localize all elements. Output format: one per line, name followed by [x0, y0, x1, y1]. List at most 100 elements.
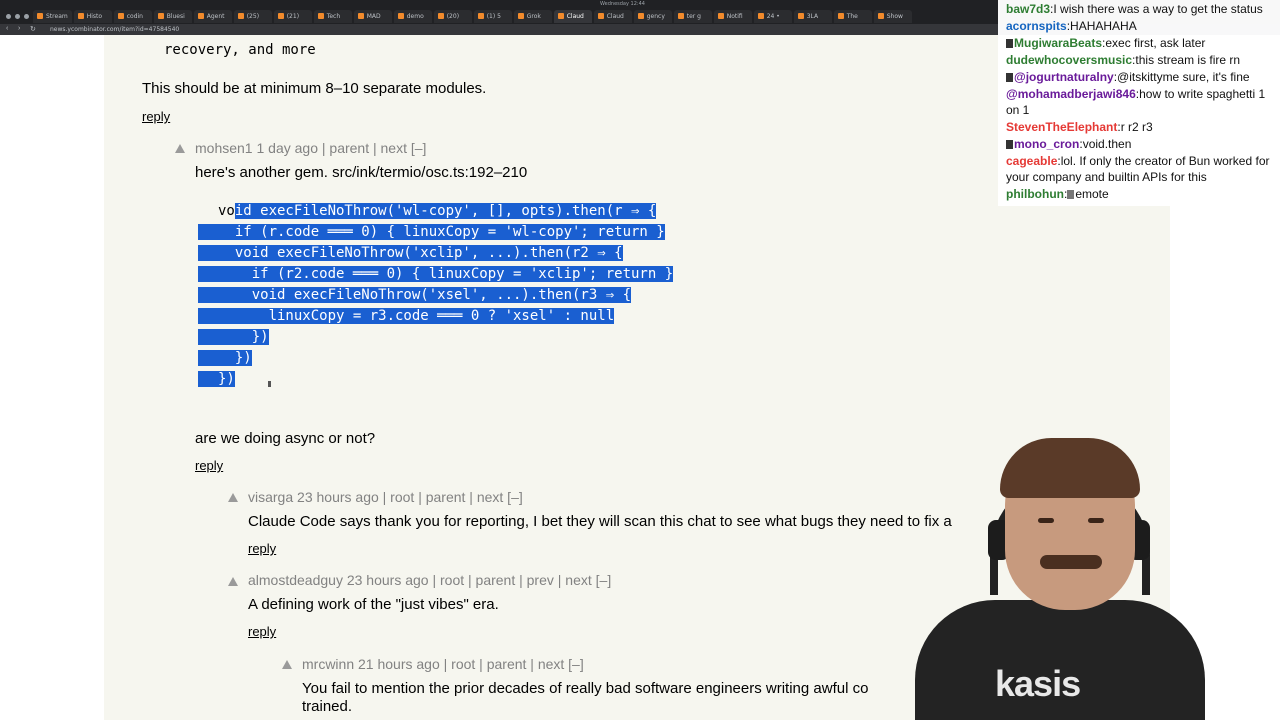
- reload-icon[interactable]: ↻: [30, 25, 36, 33]
- code-selected-text: void execFileNoThrow('xclip', ...).then(…: [198, 245, 623, 261]
- comment-age[interactable]: 21 hours ago: [358, 656, 440, 672]
- chat-message: cageable:lol. If only the creator of Bun…: [1006, 153, 1276, 185]
- browser-tab[interactable]: (21): [273, 9, 312, 23]
- upvote-icon[interactable]: [228, 493, 238, 502]
- browser-tab[interactable]: ter g: [673, 9, 712, 23]
- tab-label: Claud: [566, 12, 584, 20]
- browser-tab[interactable]: Claud: [593, 9, 632, 23]
- browser-tab[interactable]: Agent: [193, 9, 232, 23]
- tab-favicon-icon: [357, 13, 364, 19]
- streamer-eye: [1088, 518, 1104, 523]
- chat-separator: :: [1064, 187, 1075, 201]
- browser-tab[interactable]: Histo: [73, 9, 112, 23]
- browser-tab[interactable]: Tech: [313, 9, 352, 23]
- chat-text: HAHAHAHA: [1070, 19, 1137, 33]
- browser-tab[interactable]: (25): [233, 9, 272, 23]
- browser-tab[interactable]: 3LA: [793, 9, 832, 23]
- browser-tab[interactable]: (20): [433, 9, 472, 23]
- code-line: }): [198, 348, 673, 369]
- comment-meta: almostdeadguy 23 hours ago | root | pare…: [248, 572, 611, 588]
- tab-favicon-icon: [157, 13, 164, 19]
- chat-username[interactable]: cageable: [1006, 154, 1057, 168]
- chat-text: emote: [1075, 187, 1109, 201]
- streamer-eye: [1038, 518, 1054, 523]
- tab-label: (25): [246, 12, 260, 20]
- minimize-window-icon[interactable]: [15, 13, 20, 19]
- code-block: void execFileNoThrow('wl-copy', [], opts…: [198, 201, 674, 390]
- reply-link[interactable]: reply: [248, 624, 276, 639]
- browser-tab[interactable]: The: [833, 9, 872, 23]
- chat-username[interactable]: StevenTheElephant: [1006, 120, 1117, 134]
- chat-username[interactable]: mono_cron: [1014, 137, 1079, 151]
- browser-tab[interactable]: Grok: [513, 9, 552, 23]
- chat-text: @itskittyme sure, it's fine: [1117, 70, 1250, 84]
- comment-age[interactable]: 23 hours ago: [297, 489, 379, 505]
- chat-username[interactable]: MugiwaraBeats: [1014, 36, 1102, 50]
- forward-icon[interactable]: ›: [18, 25, 20, 32]
- chat-message: mono_cron:void.then: [1006, 136, 1276, 152]
- chat-message: baw7d3:I wish there was a way to get the…: [1006, 1, 1276, 17]
- code-selected-text: if (r2.code ═══ 0) { linuxCopy = 'xclip'…: [198, 266, 674, 282]
- tab-label: Grok: [526, 12, 541, 20]
- chat-username[interactable]: philbohun: [1006, 187, 1064, 201]
- url-field[interactable]: news.ycombinator.com/item?id=47584540: [50, 26, 179, 33]
- comment-user[interactable]: almostdeadguy: [248, 572, 343, 588]
- comment-links[interactable]: | parent | next [–]: [322, 140, 427, 156]
- browser-tab[interactable]: 24 •: [753, 9, 792, 23]
- tab-label: Tech: [326, 12, 341, 20]
- comment-links[interactable]: | root | parent | next [–]: [444, 656, 584, 672]
- browser-tab[interactable]: Stream: [33, 9, 72, 23]
- window-title: Wednesday 12:44: [600, 1, 645, 7]
- tab-favicon-icon: [837, 13, 844, 19]
- browser-tab[interactable]: demo: [393, 9, 432, 23]
- browser-tab[interactable]: Notifi: [713, 9, 752, 23]
- browser-tab[interactable]: codin: [113, 9, 152, 23]
- back-icon[interactable]: ‹: [6, 25, 8, 32]
- tab-favicon-icon: [117, 13, 124, 19]
- tab-label: ter g: [686, 12, 701, 20]
- chat-text: I wish there was a way to get the status: [1053, 2, 1263, 16]
- reply-link[interactable]: reply: [248, 541, 276, 556]
- browser-tab[interactable]: Show: [873, 9, 912, 23]
- chat-message: MugiwaraBeats:exec first, ask later: [1006, 35, 1276, 51]
- browser-tab[interactable]: Bluesi: [153, 9, 192, 23]
- comment-links[interactable]: | root | parent | next [–]: [383, 489, 523, 505]
- browser-tab[interactable]: MAD: [353, 9, 392, 23]
- comment-user[interactable]: mrcwinn: [302, 656, 354, 672]
- chat-username[interactable]: @mohamadberjawi846: [1006, 87, 1136, 101]
- code-tail-line: recovery, and more: [164, 42, 316, 58]
- browser-tab[interactable]: gency: [633, 9, 672, 23]
- tab-label: (1) 5: [486, 12, 501, 20]
- upvote-icon[interactable]: [228, 577, 238, 586]
- code-line: void execFileNoThrow('xclip', ...).then(…: [198, 243, 673, 264]
- reply-link[interactable]: reply: [142, 109, 170, 124]
- chat-username[interactable]: dudewhocoversmusic: [1006, 53, 1132, 67]
- chat-username[interactable]: acornspits: [1006, 19, 1067, 33]
- chat-text: r r2 r3: [1120, 120, 1153, 134]
- upvote-icon[interactable]: [175, 144, 185, 153]
- tab-label: 3LA: [806, 12, 819, 20]
- comment-user[interactable]: visarga: [248, 489, 293, 505]
- close-window-icon[interactable]: [6, 13, 11, 19]
- comment-links[interactable]: | root | parent | prev | next [–]: [432, 572, 611, 588]
- comment-text: are we doing async or not?: [195, 430, 376, 447]
- tab-favicon-icon: [317, 13, 324, 19]
- browser-tab[interactable]: (1) 5: [473, 9, 512, 23]
- tab-label: Stream: [46, 12, 68, 20]
- reply-link[interactable]: reply: [195, 458, 223, 473]
- browser-tab[interactable]: Claud: [553, 9, 592, 23]
- tab-label: (21): [286, 12, 300, 20]
- chat-username[interactable]: baw7d3: [1006, 2, 1050, 16]
- comment-age[interactable]: 23 hours ago: [347, 572, 429, 588]
- upvote-icon[interactable]: [282, 660, 292, 669]
- comment-age[interactable]: 1 day ago: [256, 140, 318, 156]
- chat-username[interactable]: @jogurtnaturalny: [1014, 70, 1114, 84]
- maximize-window-icon[interactable]: [24, 13, 29, 19]
- code-selected-text: }): [198, 350, 252, 366]
- tab-favicon-icon: [517, 13, 524, 19]
- tab-favicon-icon: [197, 13, 204, 19]
- tab-favicon-icon: [717, 13, 724, 19]
- comment-user[interactable]: mohsen1: [195, 140, 253, 156]
- tab-favicon-icon: [237, 13, 244, 19]
- mouse-cursor: [268, 381, 271, 387]
